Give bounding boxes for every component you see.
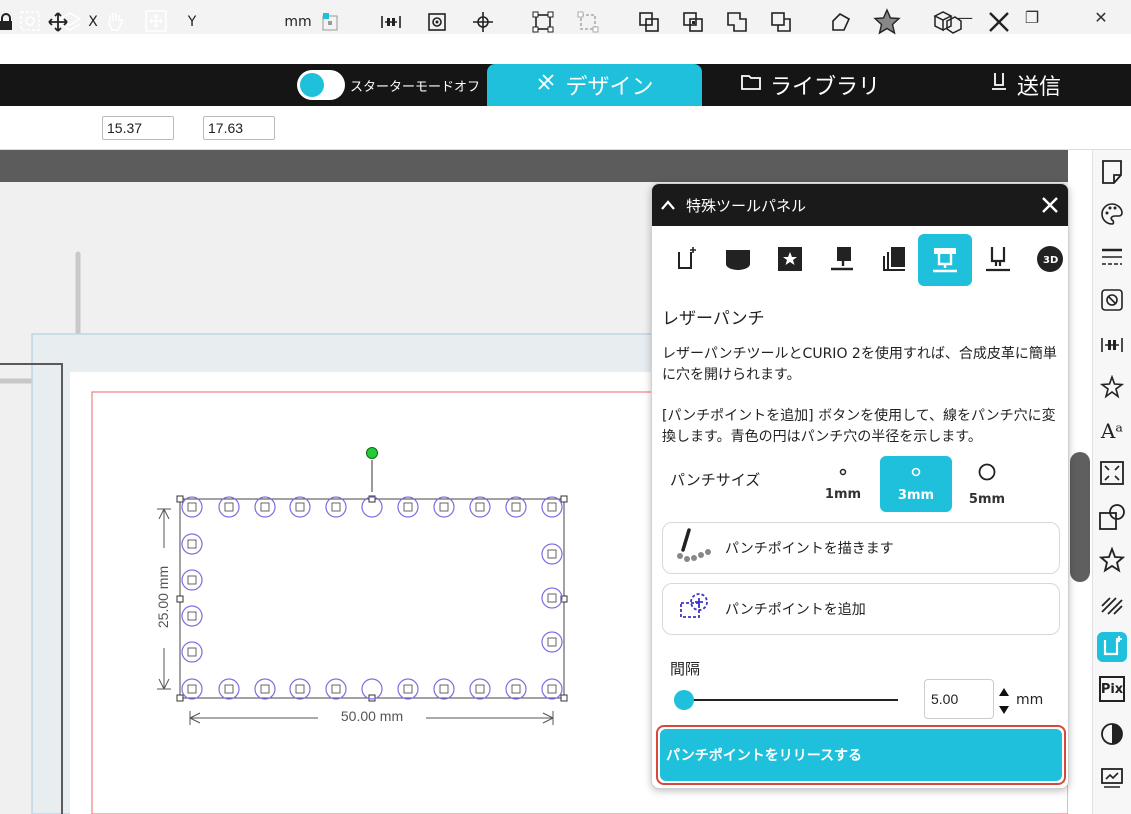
size-5mm-label: 5mm: [968, 491, 1006, 507]
spacing-slider-track[interactable]: [682, 699, 898, 701]
x-position-field[interactable]: [102, 116, 174, 140]
size-1mm-dot-icon: [838, 466, 848, 481]
x-label: X: [88, 14, 98, 30]
panel-header: 特殊ツールパネル: [652, 184, 1068, 226]
tab-library[interactable]: ライブラリ: [730, 64, 890, 106]
design-icon: [535, 71, 557, 99]
tool-deboss-icon[interactable]: [820, 234, 864, 284]
punch-size-label: パンチサイズ: [670, 471, 761, 489]
tool-stamp-icon[interactable]: [768, 234, 812, 284]
close-window-button[interactable]: ✕: [1086, 4, 1116, 30]
size-5mm-dot-icon: [977, 462, 997, 486]
add-punch-points-button[interactable]: パンチポイントを追加: [662, 583, 1060, 635]
intersect-icon[interactable]: [724, 10, 750, 34]
contrast-icon[interactable]: [1097, 719, 1127, 749]
add-points-icon: [675, 589, 715, 629]
punch-size-5mm[interactable]: 5mm: [952, 456, 1022, 512]
special-tool-panel: 特殊ツールパネル 3D レザーパンチ レザーパンチツールとCURIO 2を使用す…: [651, 183, 1069, 789]
delete-icon[interactable]: [984, 10, 1014, 34]
special-tools-icon[interactable]: [1097, 632, 1127, 662]
ungroup-icon[interactable]: [575, 10, 601, 34]
draw-punch-points-label: パンチポイントを描きます: [725, 541, 894, 557]
sketch-icon[interactable]: [1097, 590, 1127, 620]
section-title: レザーパンチ: [662, 309, 765, 329]
spacing-unit-label: mm: [1016, 692, 1044, 708]
starter-mode-label: スターターモードオフ: [350, 80, 481, 95]
weld-icon[interactable]: [636, 10, 662, 34]
release-punch-points-label: パンチポイントをリリースする: [666, 748, 862, 764]
tool-leather-punch-icon[interactable]: [918, 234, 972, 286]
select-region-icon[interactable]: [16, 7, 44, 35]
tool-pen-icon[interactable]: [976, 234, 1020, 284]
spacing-value-field[interactable]: [924, 679, 994, 719]
unit-label: mm: [284, 14, 312, 30]
description-text-2: [パンチポイントを追加] ボタンを使用して、線をパンチ穴に変換します。青色の円は…: [662, 408, 1056, 445]
spacing-stepper[interactable]: [998, 684, 1010, 718]
canvas-ruler-strip: [0, 150, 1068, 182]
pixel-scan-icon[interactable]: Pix: [1099, 676, 1125, 702]
shape-icon[interactable]: [828, 10, 854, 34]
3d-box-icon[interactable]: [930, 10, 964, 34]
exclude-icon[interactable]: [768, 10, 794, 34]
tool-stipple-icon[interactable]: [872, 234, 916, 284]
palette-icon[interactable]: [1097, 199, 1127, 229]
text-tool-icon[interactable]: Aᵃ: [1097, 416, 1127, 446]
size-1mm-label: 1mm: [824, 487, 862, 502]
move-icon[interactable]: [46, 10, 70, 34]
width-dimension-label: 50.00 mm: [340, 708, 404, 724]
panel-title: 特殊ツールパネル: [686, 196, 807, 215]
tab-design-label: デザイン: [565, 75, 654, 100]
star-shape-icon[interactable]: [872, 8, 902, 35]
punch-size-3mm[interactable]: 3mm: [880, 456, 952, 512]
collapse-chevron-icon[interactable]: [660, 199, 678, 211]
center-align-icon[interactable]: [424, 10, 450, 34]
align-distribute-icon[interactable]: [378, 10, 404, 34]
scrollbar-thumb[interactable]: [1070, 452, 1090, 582]
description-text-1: レザーパンチツールとCURIO 2を使用すれば、合成皮革に簡単に穴を開けられます…: [662, 346, 1057, 383]
y-label: Y: [187, 14, 197, 30]
punch-size-1mm[interactable]: 1mm: [808, 456, 878, 512]
add-punch-points-label: パンチポイントを追加: [725, 602, 866, 618]
transform-icon[interactable]: [1097, 458, 1127, 488]
starter-mode-toggle-knob: [300, 73, 324, 97]
offset-icon[interactable]: [1097, 502, 1127, 532]
restore-button[interactable]: ❐: [1017, 4, 1047, 30]
tool-3d-icon[interactable]: 3D: [1028, 234, 1068, 284]
send-panel-icon[interactable]: [1097, 762, 1127, 792]
tab-design[interactable]: デザイン: [487, 64, 702, 106]
spacing-label: 間隔: [670, 660, 701, 678]
subtract-icon[interactable]: [680, 10, 706, 34]
tool-foil-icon[interactable]: [716, 234, 760, 284]
size-3mm-label: 3mm: [897, 487, 935, 503]
draw-punch-points-button[interactable]: パンチポイントを描きます: [662, 522, 1060, 574]
tab-send-label: 送信: [1016, 75, 1061, 100]
group-icon[interactable]: [530, 10, 556, 34]
draw-points-icon: [675, 528, 715, 568]
anchor-point-icon[interactable]: [318, 10, 344, 34]
send-icon: [989, 71, 1009, 99]
size-3mm-dot-icon: [910, 466, 922, 482]
y-position-field[interactable]: [203, 116, 275, 140]
crosshair-icon[interactable]: [470, 10, 496, 34]
release-punch-points-button[interactable]: パンチポイントをリリースする: [660, 729, 1062, 781]
lock-icon[interactable]: [0, 10, 14, 34]
folder-icon: [740, 72, 762, 98]
tab-library-label: ライブラリ: [769, 75, 880, 100]
height-dimension-label: 25.00 mm: [155, 565, 171, 629]
image-trace-icon[interactable]: [1097, 285, 1127, 315]
fit-view-icon[interactable]: [142, 7, 170, 35]
tab-send[interactable]: 送信: [975, 64, 1075, 106]
spacing-slider-thumb[interactable]: [674, 690, 694, 710]
star-rail-icon[interactable]: [1097, 545, 1127, 575]
line-style-icon[interactable]: [1097, 242, 1127, 272]
tool-emboss-icon[interactable]: [664, 234, 708, 284]
replicate-icon[interactable]: [1097, 372, 1127, 402]
menu-bar: [0, 34, 1131, 64]
align-rail-icon[interactable]: [1097, 330, 1127, 360]
page-icon[interactable]: [1097, 157, 1127, 187]
panel-close-icon[interactable]: [1030, 196, 1068, 214]
svg-text:3D: 3D: [1043, 255, 1058, 266]
hand-pan-icon[interactable]: [102, 7, 130, 35]
